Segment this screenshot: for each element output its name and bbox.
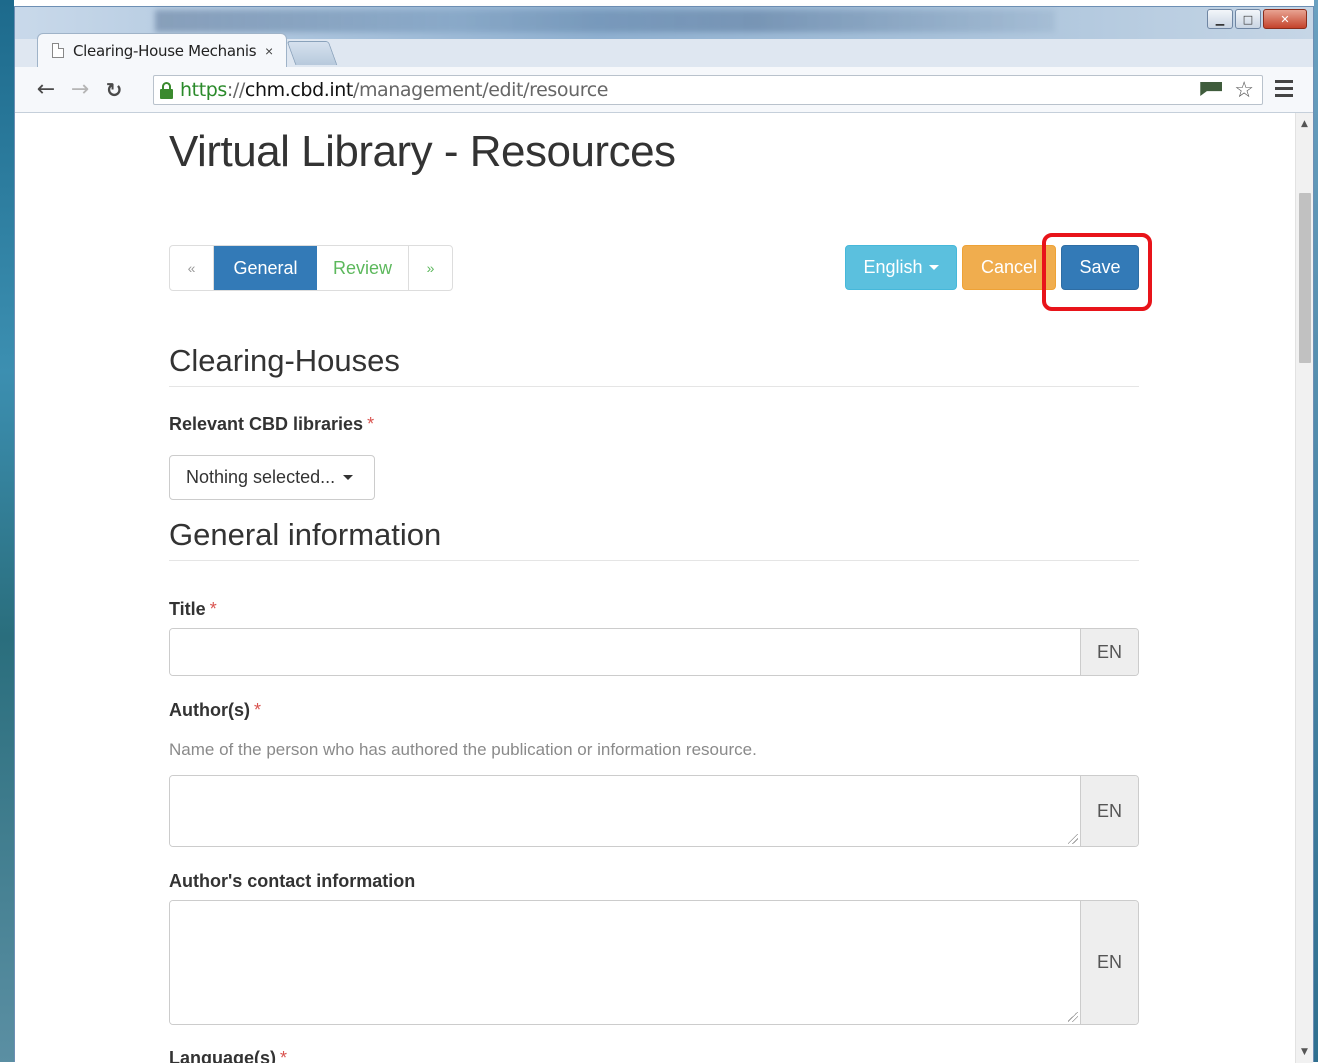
caret-down-icon [928, 265, 939, 270]
languages-label-text: Language(s) [169, 1048, 277, 1063]
browser-toolbar: ← → ↻ https://chm.cbd.int/management/edi… [15, 67, 1313, 113]
title-label: Title * [169, 599, 217, 620]
back-arrow-icon[interactable]: ← [29, 73, 63, 107]
save-button[interactable]: Save [1061, 245, 1139, 290]
libraries-label: Relevant CBD libraries * [169, 414, 374, 435]
tab-close-icon[interactable]: × [265, 43, 273, 59]
section-heading-general-information: General information [169, 517, 1139, 561]
url-host: chm.cbd.int [244, 79, 353, 101]
contact-input-group: EN [169, 900, 1139, 1025]
minimize-button[interactable]: ▁ [1207, 9, 1233, 29]
tab-general[interactable]: General [214, 246, 317, 290]
section-heading-clearing-houses: Clearing-Houses [169, 343, 1139, 387]
page-title: Virtual Library - Resources [169, 127, 676, 176]
title-label-text: Title [169, 599, 206, 619]
authors-label: Author(s) * [169, 700, 261, 721]
url-separator: :// [226, 79, 245, 101]
tab-title: Clearing-House Mechanis [73, 41, 257, 60]
hamburger-menu-icon[interactable] [1275, 80, 1293, 101]
blurred-background-content [155, 10, 1055, 32]
scroll-up-arrow-icon[interactable]: ▲ [1296, 115, 1313, 133]
scroll-down-arrow-icon[interactable]: ▼ [1296, 1043, 1313, 1061]
page-icon [52, 43, 64, 58]
desktop-background-left [0, 0, 14, 1062]
url-text[interactable]: https://chm.cbd.int/management/edit/reso… [180, 79, 608, 101]
form-step-pager: « General Review » [169, 245, 453, 291]
browser-window: ▁ □ ✕ Clearing-House Mechanis × ← → ↻ ht… [14, 6, 1314, 1063]
scrollbar-thumb[interactable] [1299, 193, 1311, 363]
page-viewport: Virtual Library - Resources « General Re… [15, 113, 1313, 1063]
pager-next-button[interactable]: » [409, 246, 452, 290]
libraries-select-value: Nothing selected... [186, 467, 336, 487]
address-bar[interactable]: https://chm.cbd.int/management/edit/reso… [153, 75, 1263, 105]
url-scheme: https [180, 79, 227, 101]
caret-down-icon [343, 475, 354, 480]
contact-textarea[interactable] [170, 901, 1080, 1024]
flag-icon[interactable] [1200, 80, 1224, 100]
required-marker: * [209, 599, 217, 619]
required-marker: * [253, 700, 261, 720]
cancel-button[interactable]: Cancel [962, 245, 1056, 290]
lock-icon [160, 81, 173, 99]
window-controls: ▁ □ ✕ [1207, 9, 1307, 29]
url-path: /management/edit/resource [352, 79, 609, 101]
maximize-button[interactable]: □ [1235, 9, 1261, 29]
vertical-scrollbar[interactable]: ▲ ▼ [1295, 113, 1313, 1063]
authors-label-text: Author(s) [169, 700, 250, 720]
title-language-addon: EN [1080, 629, 1138, 675]
libraries-select[interactable]: Nothing selected... [169, 455, 375, 500]
authors-textarea[interactable] [170, 776, 1080, 846]
authors-language-addon: EN [1080, 776, 1138, 846]
browser-tab[interactable]: Clearing-House Mechanis × [37, 33, 287, 67]
title-input[interactable] [170, 629, 1080, 675]
contact-label: Author's contact information [169, 871, 415, 892]
libraries-label-text: Relevant CBD libraries [169, 414, 364, 434]
resize-handle-icon[interactable] [1068, 1012, 1078, 1022]
desktop-background-right [1314, 0, 1318, 1062]
required-marker: * [367, 414, 375, 434]
pager-prev-button[interactable]: « [170, 246, 214, 290]
resize-handle-icon[interactable] [1068, 834, 1078, 844]
close-window-button[interactable]: ✕ [1263, 9, 1307, 29]
authors-input-group: EN [169, 775, 1139, 847]
star-icon[interactable]: ☆ [1234, 79, 1254, 101]
tab-review[interactable]: Review [317, 246, 409, 290]
new-tab-button[interactable] [286, 41, 338, 65]
authors-help-text: Name of the person who has authored the … [169, 740, 757, 759]
contact-label-text: Author's contact information [169, 871, 416, 891]
omnibox-actions: ☆ [1200, 79, 1254, 101]
forward-arrow-icon[interactable]: → [63, 73, 97, 107]
language-dropdown-button[interactable]: English [845, 245, 957, 290]
languages-label: Language(s) * [169, 1048, 287, 1063]
reload-icon[interactable]: ↻ [97, 73, 131, 107]
language-label: English [863, 257, 923, 277]
required-marker: * [280, 1048, 288, 1063]
title-input-group: EN [169, 628, 1139, 676]
contact-language-addon: EN [1080, 901, 1138, 1024]
